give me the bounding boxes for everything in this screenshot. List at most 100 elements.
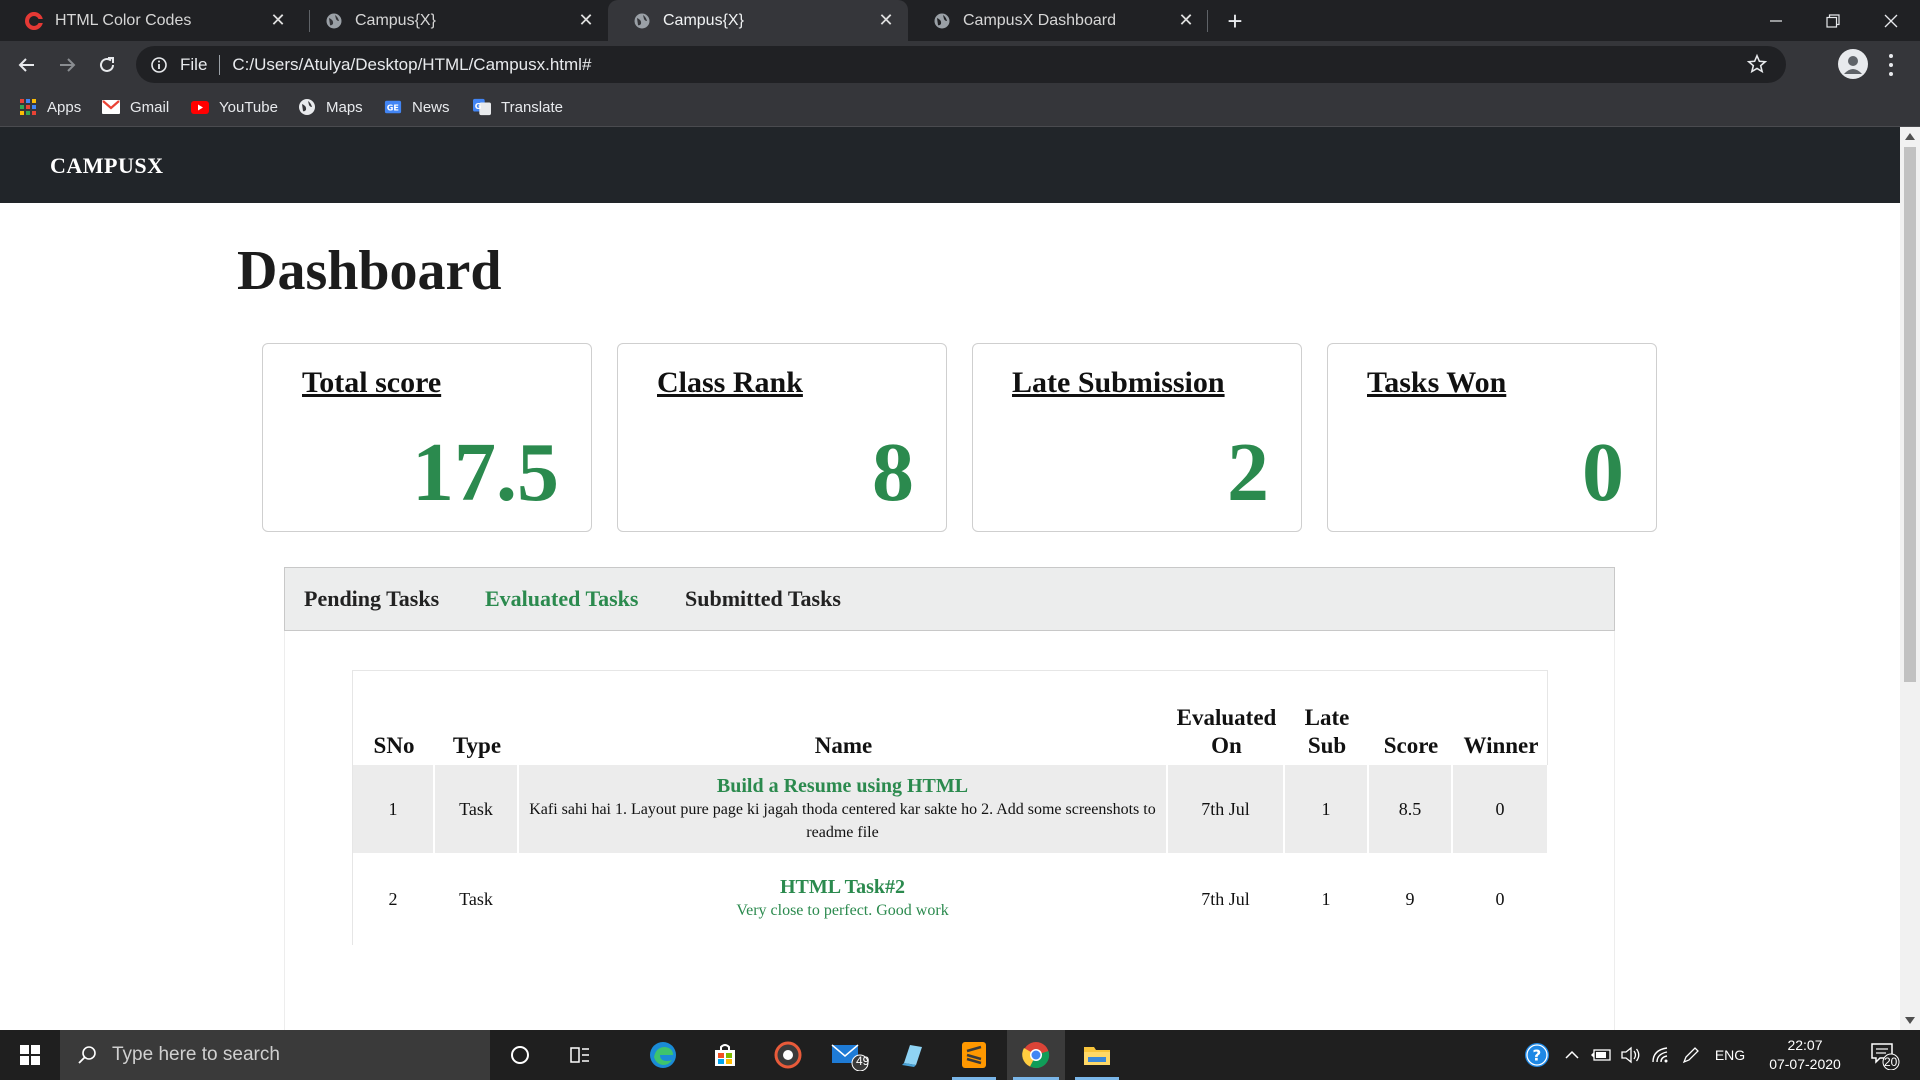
- close-window-button[interactable]: [1863, 0, 1919, 41]
- scrollbar-thumb[interactable]: [1904, 147, 1916, 682]
- stat-label: Class Rank: [657, 366, 803, 399]
- cell-score: 8.5: [1369, 765, 1453, 853]
- stat-card-total-score: Total score 17.5: [262, 343, 592, 532]
- cell-late-sub: 1: [1285, 765, 1369, 853]
- browser-tab-campusx-1[interactable]: Campus{X} ✕: [300, 0, 608, 41]
- page-scrollbar[interactable]: [1900, 127, 1920, 1030]
- address-bar[interactable]: File C:/Users/Atulya/Desktop/HTML/Campus…: [136, 46, 1786, 83]
- bookmark-youtube[interactable]: YouTube: [191, 96, 278, 118]
- task-view-icon[interactable]: [552, 1030, 608, 1080]
- clock-date: 07-07-2020: [1769, 1056, 1841, 1072]
- bookmark-gmail[interactable]: Gmail: [102, 96, 169, 118]
- tab-submitted-tasks[interactable]: Submitted Tasks: [685, 586, 841, 612]
- cell-type: Task: [435, 765, 519, 853]
- back-arrow-icon[interactable]: [12, 50, 42, 80]
- task-name-link[interactable]: Build a Resume using HTML: [519, 775, 1166, 798]
- bookmark-label: YouTube: [219, 98, 278, 116]
- new-tab-button[interactable]: +: [1220, 6, 1250, 36]
- close-tab-icon[interactable]: ✕: [1174, 9, 1198, 33]
- help-icon[interactable]: ?: [1520, 1030, 1554, 1080]
- stat-value: 17.5: [412, 426, 559, 519]
- svg-text:GE: GE: [387, 103, 399, 113]
- bookmark-label: Maps: [326, 98, 363, 116]
- url-text[interactable]: C:/Users/Atulya/Desktop/HTML/Campusx.htm…: [232, 55, 591, 75]
- youtube-icon: [191, 98, 209, 116]
- show-hidden-icons-chevron-icon[interactable]: [1558, 1030, 1586, 1080]
- stat-value: 2: [1227, 426, 1269, 519]
- reload-icon[interactable]: [92, 50, 122, 80]
- stat-label: Total score: [302, 366, 442, 399]
- cortana-icon[interactable]: [492, 1030, 548, 1080]
- close-tab-icon[interactable]: ✕: [874, 9, 898, 33]
- action-center-notifications-icon[interactable]: 20: [1870, 1040, 1900, 1071]
- scroll-up-arrow-icon[interactable]: [1905, 133, 1915, 140]
- maps-icon: [298, 98, 316, 116]
- header-score: Score: [1383, 733, 1439, 758]
- site-info-icon[interactable]: [148, 54, 170, 76]
- restore-window-button[interactable]: [1805, 0, 1861, 41]
- edge-browser-icon[interactable]: [635, 1030, 691, 1080]
- cell-evaluated-on: 7th Jul: [1168, 765, 1285, 853]
- notes-app-icon[interactable]: [884, 1030, 940, 1080]
- file-explorer-icon[interactable]: [1069, 1030, 1125, 1080]
- site-navbar: CAMPUSX: [0, 127, 1900, 203]
- notification-count: 20: [1884, 1055, 1898, 1069]
- forward-arrow-icon[interactable]: [52, 50, 82, 80]
- bookmark-translate[interactable]: G Translate: [473, 96, 563, 118]
- news-icon: GE: [384, 98, 402, 116]
- wifi-icon[interactable]: [1646, 1030, 1676, 1080]
- cell-name: HTML Task#2 Very close to perfect. Good …: [519, 853, 1168, 945]
- bookmark-apps[interactable]: Apps: [19, 96, 81, 118]
- task-remark: Kafi sahi hai 1. Layout pure page ki jag…: [529, 800, 1156, 841]
- sublime-text-icon[interactable]: [946, 1030, 1002, 1080]
- svg-text:G: G: [475, 101, 482, 111]
- cell-sno: 1: [353, 765, 435, 853]
- cell-type: Task: [435, 853, 519, 945]
- taskbar-search-box[interactable]: Type here to search: [60, 1030, 490, 1080]
- battery-icon[interactable]: [1586, 1030, 1616, 1080]
- volume-icon[interactable]: [1616, 1030, 1646, 1080]
- search-icon: [76, 1044, 98, 1066]
- mail-unread-badge: 49: [856, 1054, 870, 1068]
- translate-icon: G: [473, 98, 491, 116]
- browser-menu-icon[interactable]: [1884, 51, 1898, 79]
- taskbar-clock[interactable]: 22:07 07-07-2020: [1755, 1036, 1855, 1074]
- minimize-window-button[interactable]: [1748, 0, 1804, 41]
- mail-icon[interactable]: 49: [822, 1030, 878, 1080]
- browser-tab-campusx-active[interactable]: Campus{X} ✕: [608, 0, 908, 41]
- bookmark-star-icon[interactable]: [1746, 53, 1768, 80]
- tab-title: Campus{X}: [355, 11, 436, 29]
- header-late-sub: Late Sub: [1285, 671, 1369, 765]
- bookmark-label: News: [412, 98, 450, 116]
- bookmark-label: Translate: [501, 98, 563, 116]
- task-name-link[interactable]: HTML Task#2: [519, 876, 1166, 899]
- stat-card-tasks-won: Tasks Won 0: [1327, 343, 1657, 532]
- profile-avatar-icon[interactable]: [1838, 49, 1868, 79]
- bookmark-label: Gmail: [130, 98, 170, 116]
- apps-grid-icon: [19, 98, 37, 116]
- bookmark-news[interactable]: GE News: [384, 96, 450, 118]
- header-late-line1: Late: [1304, 705, 1350, 730]
- table-row: 1 Task Build a Resume using HTML Kafi sa…: [353, 765, 1549, 853]
- groove-music-icon[interactable]: [760, 1030, 816, 1080]
- site-brand[interactable]: CAMPUSX: [50, 153, 164, 179]
- windows-start-icon[interactable]: [0, 1030, 60, 1080]
- cell-score: 9: [1369, 853, 1453, 945]
- language-indicator[interactable]: ENG: [1710, 1030, 1750, 1080]
- stat-label: Tasks Won: [1367, 366, 1507, 399]
- close-tab-icon[interactable]: ✕: [266, 9, 290, 33]
- pen-workspace-icon[interactable]: [1676, 1030, 1706, 1080]
- evaluated-tasks-table: SNo Type Name Evaluated On Late Sub Score …: [353, 671, 1549, 945]
- bookmark-maps[interactable]: Maps: [298, 96, 363, 118]
- close-tab-icon[interactable]: ✕: [574, 9, 598, 33]
- browser-tab-campusx-dashboard[interactable]: CampusX Dashboard ✕: [908, 0, 1208, 41]
- cell-winner: 0: [1453, 853, 1549, 945]
- tab-pending-tasks[interactable]: Pending Tasks: [304, 586, 439, 612]
- tab-evaluated-tasks[interactable]: Evaluated Tasks: [485, 586, 638, 612]
- gmail-icon: [102, 98, 120, 116]
- microsoft-store-icon[interactable]: [697, 1030, 753, 1080]
- chrome-icon[interactable]: [1007, 1030, 1065, 1080]
- browser-tab-html-color-codes[interactable]: HTML Color Codes ✕: [0, 0, 300, 41]
- scroll-down-arrow-icon[interactable]: [1905, 1017, 1915, 1024]
- task-remark: Very close to perfect. Good work: [736, 902, 949, 919]
